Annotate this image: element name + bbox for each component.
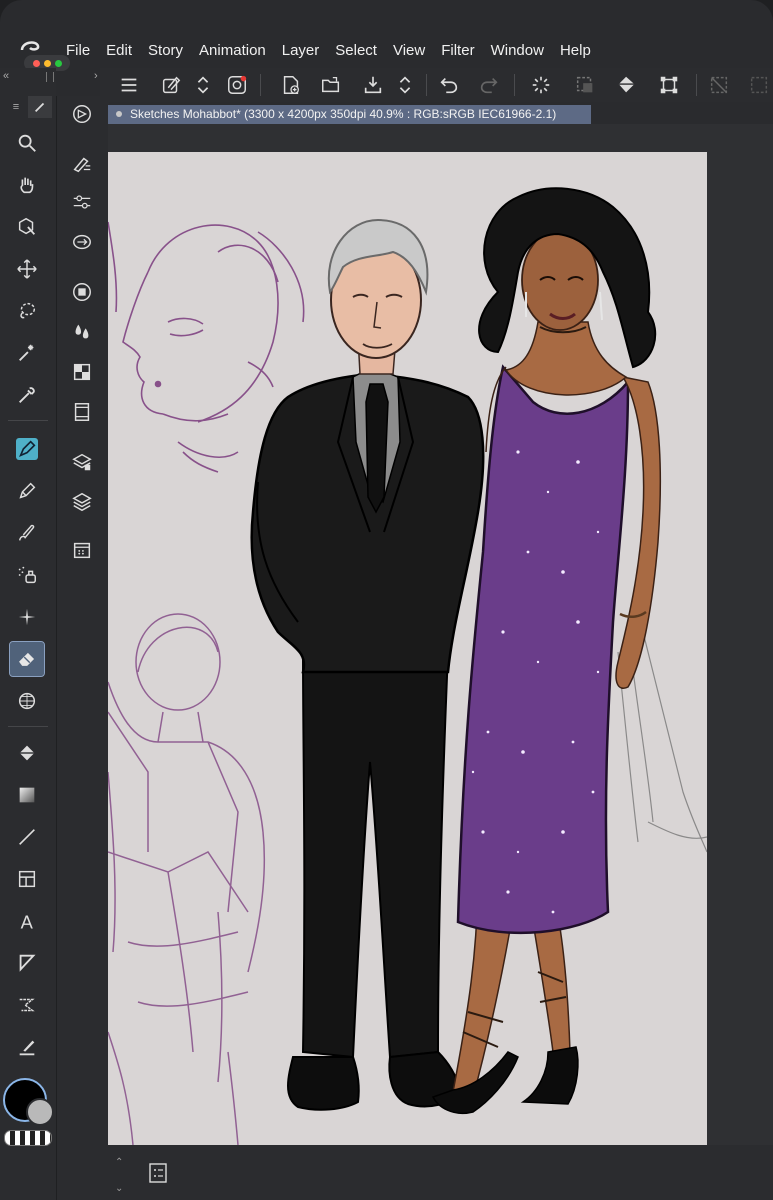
minimize-window-button[interactable] [43,59,51,67]
loading-icon[interactable] [528,72,554,98]
tool-property-icon[interactable] [68,150,96,178]
sketch-body [108,613,266,1145]
color-mix-icon[interactable] [68,318,96,346]
eyedropper-icon[interactable] [10,378,44,412]
color-set-icon[interactable] [68,228,96,256]
svg-text:A: A [21,911,34,932]
menu-edit[interactable]: Edit [106,42,132,59]
unsaved-dot-icon [116,111,122,118]
menu-animation[interactable]: Animation [199,42,266,59]
toolbar-divider [260,74,261,96]
scroll-arrows-icon[interactable]: ⌃ ⌄ [115,1150,123,1200]
menu-filter[interactable]: Filter [441,42,474,59]
tool-divider [8,420,48,421]
layers-icon[interactable] [68,488,96,516]
move-icon[interactable] [10,252,44,286]
switch-arrows-icon[interactable] [190,72,216,98]
balloon-icon[interactable] [10,946,44,980]
canvas-paper[interactable] [108,152,707,1145]
ruler-icon[interactable] [10,988,44,1022]
hand-icon[interactable] [10,168,44,202]
magic-wand-icon[interactable] [10,336,44,370]
brush-size-icon[interactable] [68,188,96,216]
airbrush-icon[interactable] [10,558,44,592]
woman-figure [431,187,662,1114]
bottom-bar [108,1145,773,1200]
decoration-icon[interactable] [10,600,44,634]
layer-property-icon[interactable] [68,448,96,476]
tool-list-icon[interactable]: ≡ [4,96,28,118]
menu-file[interactable]: File [66,42,90,59]
open-folder-icon[interactable] [318,72,344,98]
companion-icon[interactable] [224,72,250,98]
line-icon[interactable] [10,820,44,854]
menu-icon[interactable] [116,72,142,98]
collapse-left-icon[interactable]: « [3,70,9,82]
zoom-icon[interactable] [10,126,44,160]
timeline-icon[interactable] [68,398,96,426]
pencil-icon[interactable] [10,474,44,508]
material-icon[interactable] [68,358,96,386]
save-icon[interactable] [360,72,386,98]
artwork [108,187,707,1145]
menu-help[interactable]: Help [560,42,591,59]
crop-icon[interactable] [746,72,772,98]
fill-bucket-icon[interactable] [10,736,44,770]
save-arrows-icon[interactable] [392,72,418,98]
text-icon[interactable]: A [10,904,44,938]
frame-icon[interactable] [10,862,44,896]
close-window-button[interactable] [32,59,40,67]
redo-icon[interactable] [476,72,502,98]
blend-icon[interactable] [10,684,44,718]
tool-tabs: ≡ [4,96,54,118]
eraser-icon[interactable] [9,641,45,677]
correct-line-icon[interactable] [10,1030,44,1064]
toolbar-divider [426,74,427,96]
fill-icon[interactable] [614,72,640,98]
command-bar [100,68,773,102]
navigator-icon[interactable] [68,100,96,128]
edit-layer-icon[interactable] [158,72,184,98]
clear-selection-icon[interactable] [706,72,732,98]
menu-view[interactable]: View [393,42,425,59]
undo-icon[interactable] [436,72,462,98]
tool-brush-tab-icon[interactable] [28,96,52,118]
color-wheel-icon[interactable] [68,278,96,306]
gradient-icon[interactable] [10,778,44,812]
menu-window[interactable]: Window [491,42,544,59]
app-window: File Edit Story Animation Layer Select V… [0,0,773,1200]
document-title: Sketches Mohabbot* (3300 x 4200px 350dpi… [130,107,557,121]
brush-icon[interactable] [10,516,44,550]
document-tab[interactable]: Sketches Mohabbot* (3300 x 4200px 350dpi… [108,105,591,124]
tool-divider [8,726,48,727]
collapse-right-icon[interactable]: › [94,70,98,82]
menu-items: File Edit Story Animation Layer Select V… [66,42,607,59]
zoom-window-button[interactable] [54,59,62,67]
sub-color-swatch[interactable] [26,1098,54,1126]
menu-story[interactable]: Story [148,42,183,59]
sub-panel [56,96,109,1200]
select-all-icon[interactable] [572,72,598,98]
transform-icon[interactable] [656,72,682,98]
pen-icon[interactable] [10,432,44,466]
layer-list-icon[interactable] [148,1162,168,1184]
lasso-icon[interactable] [10,294,44,328]
menu-layer[interactable]: Layer [282,42,320,59]
man-figure [250,218,485,1111]
menu-select[interactable]: Select [335,42,377,59]
object-select-icon[interactable] [10,210,44,244]
new-canvas-icon[interactable] [278,72,304,98]
toolbar-divider [514,74,515,96]
toolbar-divider [696,74,697,96]
panel-grip-icon[interactable] [46,72,54,82]
animation-icon[interactable] [68,536,96,564]
transparent-color-swatch[interactable] [4,1130,52,1146]
